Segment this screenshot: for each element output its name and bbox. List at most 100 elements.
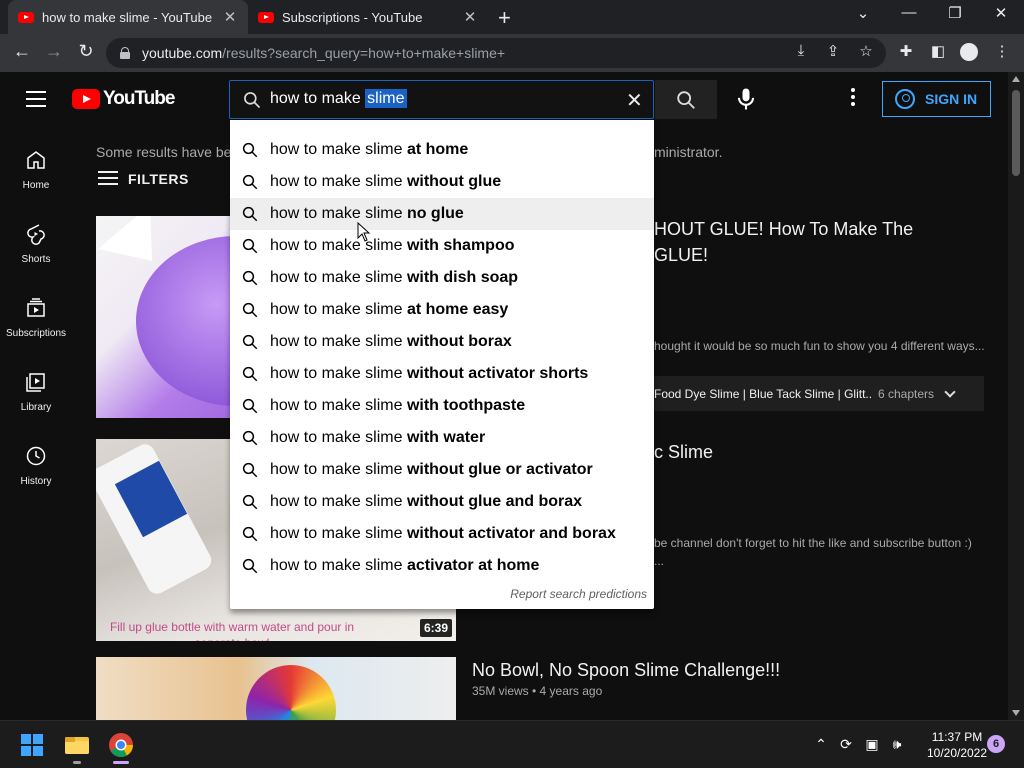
search-suggestion-item[interactable]: how to make slime with dish soap [230,262,654,294]
suggestion-completion: activator at home [406,557,540,574]
search-icon [230,301,270,319]
search-icon [230,493,270,511]
install-app-icon[interactable]: ⤓ [790,42,812,59]
page-scrollbar[interactable] [1008,72,1024,720]
sync-status-icon[interactable]: ⟳ [836,736,856,753]
guide-menu-icon[interactable] [26,91,46,107]
guide-item-library[interactable]: Library [0,370,72,413]
suggestion-completion: without glue and borax [406,493,583,510]
reload-icon[interactable]: ↻ [74,41,98,62]
search-suggestions-dropdown: how to make slime at home how to make sli… [230,120,654,609]
search-suggestion-item[interactable]: how to make slime without activator and … [230,518,654,550]
report-search-predictions-link[interactable]: Report search predictions [510,587,647,601]
suggestion-prefix: how to make slime [270,397,407,414]
forward-arrow-icon[interactable]: → [42,41,66,62]
video-title[interactable]: HOUT GLUE! How To Make The GLUE! [654,216,913,268]
search-suggestion-item[interactable]: how to make slime without glue [230,166,654,198]
voice-search-button[interactable] [732,85,760,113]
settings-more-icon[interactable] [846,88,860,110]
sign-in-label: SIGN IN [925,91,978,107]
scroll-up-arrow-icon[interactable] [1012,76,1020,82]
suggestion-prefix: how to make slime [270,429,407,446]
suggestion-prefix: how to make slime [270,301,407,318]
guide-item-subscriptions[interactable]: Subscriptions [0,296,72,339]
scrollbar-thumb[interactable] [1012,90,1020,176]
suggestion-prefix: how to make slime [270,525,407,542]
suggestion-completion: without activator shorts [406,365,589,382]
profile-avatar-icon[interactable] [960,43,978,61]
guide-item-home[interactable]: Home [0,148,72,191]
suggestion-completion: at home easy [406,301,509,318]
search-suggestion-item[interactable]: how to make slime with toothpaste [230,390,654,422]
close-tab-icon[interactable]: ✕ [462,8,478,26]
suggestion-prefix: how to make slime [270,269,407,286]
video-title[interactable]: c Slime [654,439,713,465]
suggestion-prefix: how to make slime [270,365,407,382]
extensions-puzzle-icon[interactable]: ✚ [895,42,917,60]
lock-icon[interactable] [120,47,130,59]
suggestion-completion: without borax [406,333,512,350]
network-icon[interactable]: ▣ [862,736,882,753]
restricted-results-notice: Some results have be [96,144,232,160]
subscriptions-icon [27,298,45,317]
file-explorer-icon[interactable] [62,730,92,760]
restore-icon[interactable]: ❐ [943,4,967,22]
suggestion-prefix: how to make slime [270,333,407,350]
back-arrow-icon[interactable]: ← [10,41,34,62]
tab-youtube-search[interactable]: how to make slime - YouTube ✕ [8,0,248,34]
chapters-expander[interactable]: Food Dye Slime | Blue Tack Slime | Glitt… [646,376,984,411]
guide-item-history[interactable]: History [0,444,72,487]
volume-icon[interactable]: 🕪 [887,736,907,753]
bookmark-star-icon[interactable]: ☆ [855,42,877,60]
search-suggestion-item[interactable]: how to make slime with shampoo [230,230,654,262]
close-window-icon[interactable]: ✕ [989,4,1013,22]
search-input[interactable]: how to make slime ✕ [229,80,654,119]
address-bar[interactable]: youtube.com/results?search_query=how+to+… [106,38,886,68]
search-suggestion-item[interactable]: how to make slime activator at home [230,550,654,582]
search-suggestion-item[interactable]: how to make slime at home [230,134,654,166]
close-tab-icon[interactable]: ✕ [222,8,238,26]
tab-subscriptions[interactable]: Subscriptions - YouTube ✕ [248,0,488,34]
suggestion-completion: with water [406,429,486,446]
new-tab-button[interactable]: + [498,5,511,31]
minimize-icon[interactable]: — [897,4,921,21]
restricted-results-notice-end: ministrator. [654,144,723,160]
search-icon [230,461,270,479]
youtube-logo[interactable]: YouTube [72,88,175,110]
search-suggestion-item[interactable]: how to make slime no glue [230,198,654,230]
video-title[interactable]: No Bowl, No Spoon Slime Challenge!!! [472,657,780,683]
guide-item-label: Home [22,180,50,191]
sign-in-button[interactable]: SIGN IN [882,81,991,117]
suggestion-prefix: how to make slime [270,461,407,478]
prize-wheel-image [246,665,336,720]
search-icon [242,90,262,115]
chrome-menu-icon[interactable]: ⋮ [991,42,1013,60]
notification-count-badge[interactable]: 6 [987,735,1005,753]
suggestion-completion: without glue [406,173,502,190]
search-button[interactable] [655,80,717,119]
show-hidden-icons-chevron-icon[interactable]: ⌃ [811,736,831,753]
guide-item-shorts[interactable]: Shorts [0,222,72,265]
suggestion-prefix: how to make slime [270,237,407,254]
video-thumbnail[interactable] [96,657,456,720]
microphone-icon [737,88,755,110]
search-suggestion-item[interactable]: how to make slime at home easy [230,294,654,326]
scroll-down-arrow-icon[interactable] [1012,710,1020,716]
filters-button[interactable]: FILTERS [98,171,189,187]
video-description: hought it would be so much fun to show y… [654,339,985,353]
chrome-icon[interactable] [106,730,136,760]
search-suggestion-item[interactable]: how to make slime with water [230,422,654,454]
search-suggestion-item[interactable]: how to make slime without glue and borax [230,486,654,518]
filters-icon [98,171,118,187]
history-icon [26,446,46,466]
system-clock[interactable]: 11:37 PM 10/20/2022 [918,729,996,761]
search-suggestion-item[interactable]: how to make slime without glue or activa… [230,454,654,486]
share-icon[interactable]: ⇪ [822,42,844,60]
windows-start-icon[interactable] [21,734,43,756]
clear-search-icon[interactable]: ✕ [626,88,643,113]
suggestion-completion: no glue [406,205,464,222]
search-suggestion-item[interactable]: how to make slime without activator shor… [230,358,654,390]
search-suggestion-item[interactable]: how to make slime without borax [230,326,654,358]
tab-search-icon[interactable]: ⌄ [851,4,875,22]
side-panel-icon[interactable]: ◧ [927,42,949,60]
